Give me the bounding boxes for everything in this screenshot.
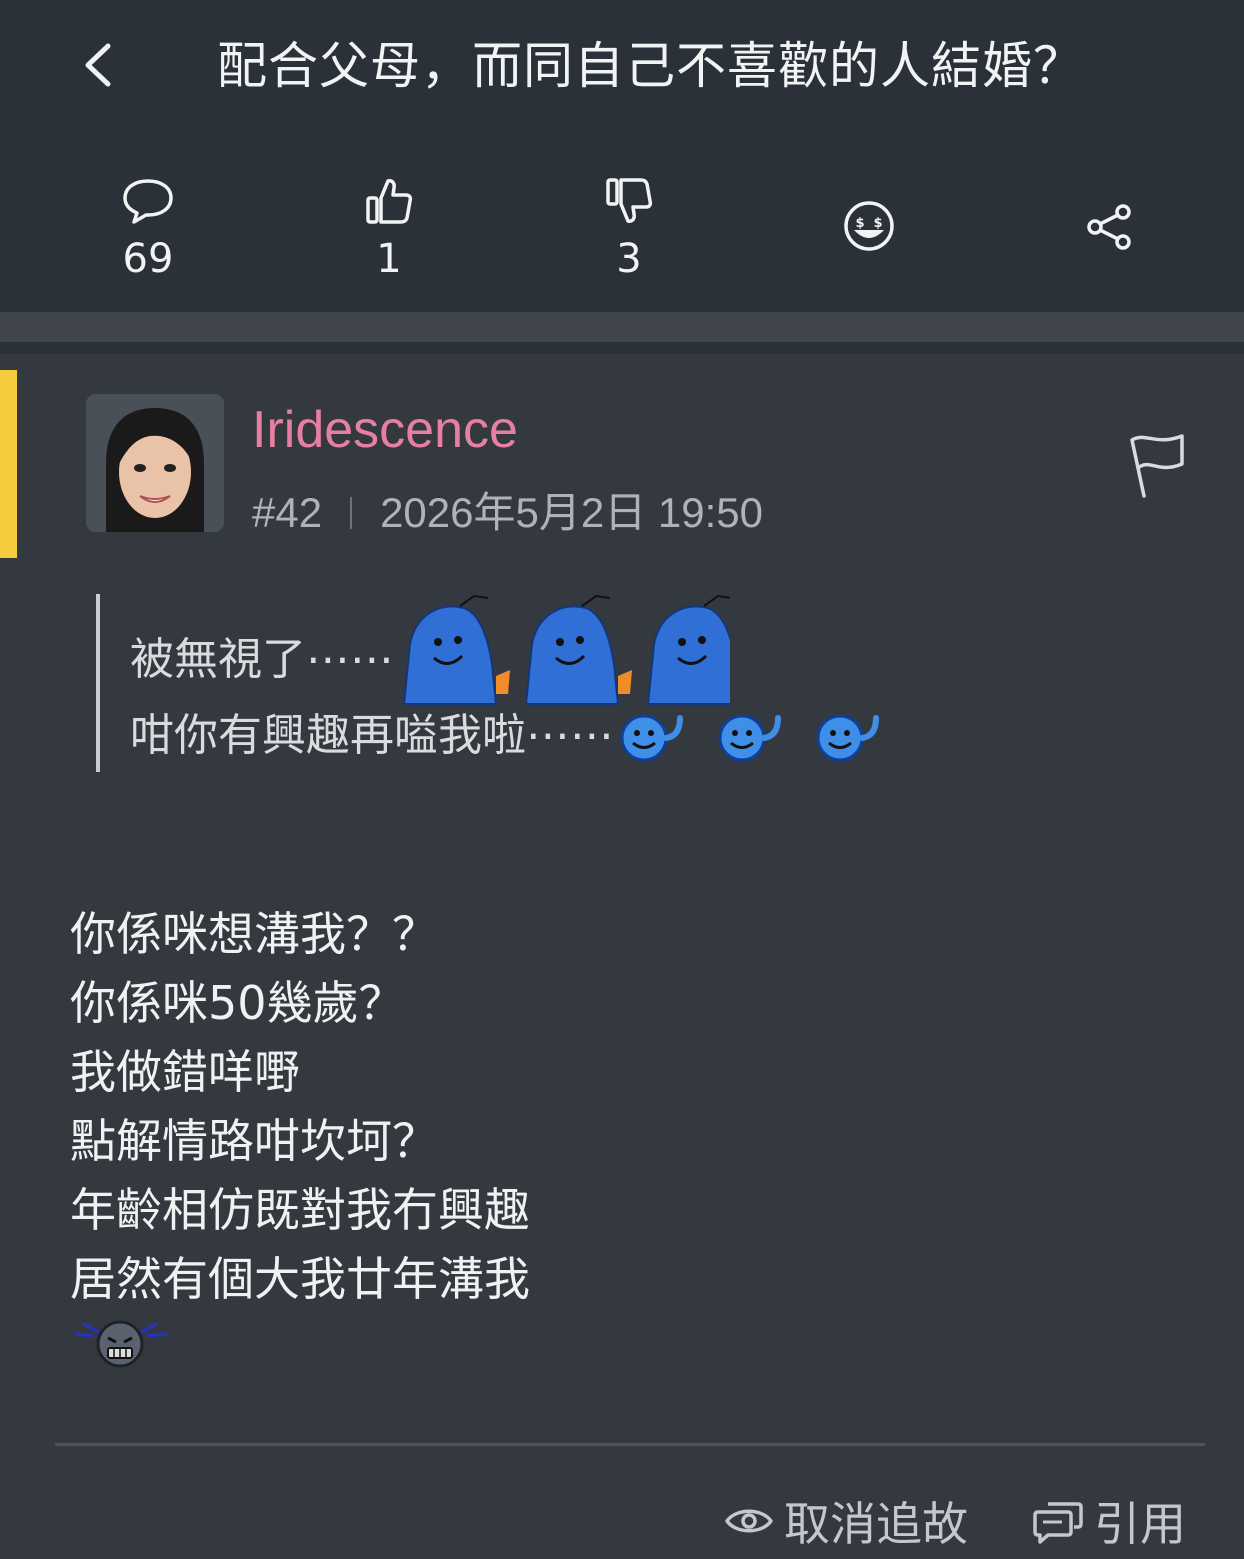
blue-blob-emoji-icon bbox=[402, 594, 730, 705]
back-button[interactable] bbox=[68, 30, 128, 100]
chevron-left-icon bbox=[85, 43, 111, 87]
dislike-button[interactable]: 3 bbox=[569, 176, 689, 286]
reaction-button[interactable]: $ $ bbox=[809, 200, 929, 310]
body-line: 年齡相仿既對我冇興趣 bbox=[70, 1183, 530, 1237]
comments-button[interactable]: 69 bbox=[88, 176, 208, 286]
quote-button[interactable]: 引用 bbox=[1032, 1486, 1186, 1556]
highlight-accent-bar bbox=[0, 370, 17, 558]
like-button[interactable]: 1 bbox=[329, 176, 449, 286]
like-count: 1 bbox=[376, 236, 402, 282]
money-face-icon: $ $ bbox=[844, 201, 894, 251]
body-line: 我做錯咩嘢 bbox=[70, 1045, 300, 1099]
post-body: 你係咪想溝我？？ 你係咪50幾歲？ 我做錯咩嘢 點解情路咁坎坷？ 年齡相仿既對我… bbox=[70, 900, 530, 1383]
svg-text:$: $ bbox=[873, 216, 882, 231]
quote-line: 咁你有興趣再嗌我啦⋯⋯ bbox=[130, 708, 908, 764]
post-datetime: 2026年5月2日 19:50 bbox=[380, 489, 764, 536]
report-button[interactable] bbox=[1124, 430, 1188, 500]
waving-smiley-emoji-icon bbox=[620, 714, 879, 762]
body-line: 點解情路咁坎坷？ bbox=[70, 1114, 438, 1168]
title-container: 配合父母，而同自己不喜歡的人結婚？ bbox=[192, 28, 1112, 108]
top-bar: 配合父母，而同自己不喜歡的人結婚？ 69 1 3 $ $ bbox=[0, 0, 1244, 312]
avatar[interactable] bbox=[86, 394, 224, 532]
unfollow-label: 取消追故 bbox=[784, 1497, 968, 1551]
thumbs-down-icon bbox=[606, 178, 653, 223]
post-meta: #42 2026年5月2日 19:50 bbox=[252, 486, 763, 540]
share-icon bbox=[1087, 204, 1131, 250]
comment-bubble-icon bbox=[123, 179, 173, 224]
section-divider bbox=[0, 312, 1244, 342]
unfollow-button[interactable]: 取消追故 bbox=[724, 1486, 968, 1556]
quote-text: 咁你有興趣再嗌我啦⋯⋯ bbox=[130, 710, 614, 761]
quote-bubble-icon bbox=[1033, 1502, 1083, 1544]
comment-count: 69 bbox=[122, 236, 174, 282]
share-button[interactable] bbox=[1050, 202, 1170, 312]
body-line: 居然有個大我廿年溝我 bbox=[70, 1252, 530, 1306]
page-title: 配合父母，而同自己不喜歡的人結婚？ bbox=[217, 37, 1084, 95]
body-line: 你係咪50幾歲？ bbox=[70, 976, 405, 1030]
eye-icon bbox=[725, 1509, 773, 1533]
dislike-count: 3 bbox=[616, 236, 642, 282]
footer-divider bbox=[55, 1443, 1205, 1446]
username[interactable]: Iridescence bbox=[252, 398, 518, 462]
thumbs-up-icon bbox=[366, 179, 413, 224]
quote-line: 被無視了⋯⋯ bbox=[130, 594, 730, 706]
quoted-reply: 被無視了⋯⋯ 咁你有興趣再嗌我啦⋯⋯ bbox=[96, 594, 980, 772]
crying-face-emoji-icon bbox=[74, 1320, 168, 1368]
svg-text:$: $ bbox=[855, 216, 864, 231]
section-divider-line bbox=[0, 342, 1244, 354]
flag-icon bbox=[1130, 434, 1184, 498]
quote-text: 被無視了⋯⋯ bbox=[130, 634, 394, 685]
body-emoji-line bbox=[70, 1314, 530, 1383]
meta-divider bbox=[350, 497, 353, 529]
body-line: 你係咪想溝我？？ bbox=[70, 907, 438, 961]
floor-number: #42 bbox=[252, 489, 323, 536]
quote-label: 引用 bbox=[1094, 1497, 1186, 1551]
avatar-image bbox=[86, 394, 224, 532]
